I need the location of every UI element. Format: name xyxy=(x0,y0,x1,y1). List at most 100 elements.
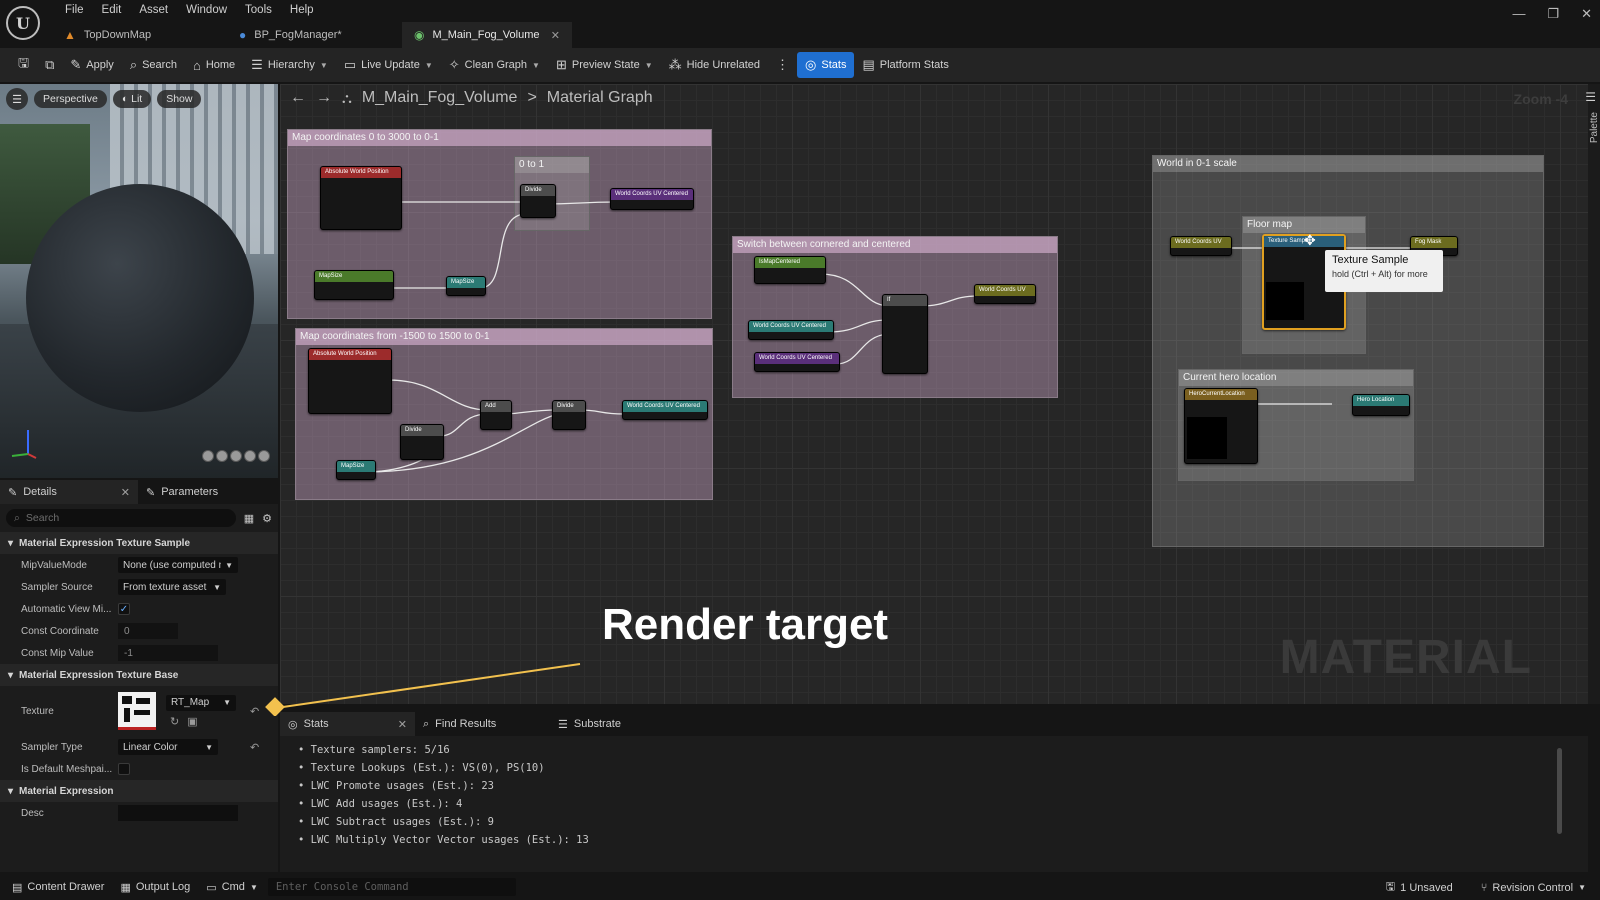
mip-value-mode-dropdown[interactable]: None (use computed n ▼ xyxy=(118,557,238,573)
sampler-type-dropdown[interactable]: Linear Color ▼ xyxy=(118,739,218,755)
is-default-meshpaint-checkbox[interactable] xyxy=(118,763,130,775)
settings-gear-icon[interactable]: ⚙ xyxy=(262,512,272,525)
close-icon[interactable]: ✕ xyxy=(121,486,130,499)
minimize-icon[interactable]: — xyxy=(1512,6,1525,22)
restore-icon[interactable]: ❐ xyxy=(1547,6,1559,22)
tab-stats[interactable]: ◎ Stats ✕ xyxy=(280,712,415,736)
node-world-coords-uv-out[interactable]: World Coords UV xyxy=(974,284,1036,304)
use-selected-icon[interactable]: ↻ xyxy=(170,715,179,728)
revision-control-button[interactable]: ⑂ Revision Control ▼ xyxy=(1475,878,1592,897)
menu-edit[interactable]: Edit xyxy=(93,3,131,17)
output-log-button[interactable]: ▦ Output Log xyxy=(114,881,196,894)
node-absolute-world-position[interactable]: Absolute World Position xyxy=(320,166,402,230)
live-update-button[interactable]: ▭ Live Update ▼ xyxy=(336,52,441,78)
stats-scrollbar[interactable] xyxy=(1557,748,1562,834)
node-if[interactable]: If xyxy=(882,294,928,374)
node-divide[interactable]: Divide xyxy=(520,184,556,218)
section-texture-sample[interactable]: ▾ Material Expression Texture Sample xyxy=(0,532,278,554)
console-input[interactable]: Enter Console Command xyxy=(267,878,516,896)
menu-tools[interactable]: Tools xyxy=(236,3,281,17)
hierarchy-button[interactable]: ☰ Hierarchy ▼ xyxy=(243,52,336,78)
node-world-coords-uv-centered-out-2[interactable]: World Coords UV Centered xyxy=(622,400,708,420)
node-mapsize-ref-2[interactable]: MapSize xyxy=(336,460,376,480)
sphere-preview-icon[interactable] xyxy=(216,450,228,462)
apply-button[interactable]: ✎ Apply xyxy=(62,52,121,78)
tab-m-main-fog-volume[interactable]: ◉ M_Main_Fog_Volume ✕ xyxy=(402,22,572,48)
unreal-logo-icon[interactable]: U xyxy=(6,6,40,40)
node-mapsize-ref[interactable]: MapSize xyxy=(446,276,486,296)
more-options-button[interactable]: ⋮ xyxy=(768,52,797,78)
menu-asset[interactable]: Asset xyxy=(130,3,177,17)
desc-input[interactable] xyxy=(118,805,238,821)
sampler-source-dropdown[interactable]: From texture asset ▼ xyxy=(118,579,226,595)
show-button[interactable]: Show xyxy=(157,90,202,108)
node-absolute-world-position-2[interactable]: Absolute World Position xyxy=(308,348,392,414)
unsaved-button[interactable]: 🖫 1 Unsaved xyxy=(1380,878,1459,897)
table-view-icon[interactable]: ▦ xyxy=(244,512,254,525)
close-icon[interactable]: ✕ xyxy=(398,718,407,731)
tab-label: M_Main_Fog_Volume xyxy=(432,29,540,41)
reset-to-default-icon[interactable]: ↶ xyxy=(250,741,259,754)
teapot-preview-icon[interactable] xyxy=(258,450,270,462)
search-button[interactable]: ⌕ Search xyxy=(122,52,185,78)
node-hero-location[interactable]: Hero Location xyxy=(1352,394,1410,416)
preview-shape-buttons xyxy=(202,450,270,462)
browse-asset-icon[interactable]: ▣ xyxy=(187,715,197,728)
details-search-input[interactable]: ⌕ Search xyxy=(6,509,236,527)
texture-thumbnail[interactable] xyxy=(118,692,156,730)
preview-state-button[interactable]: ⊞ Preview State ▼ xyxy=(548,52,661,78)
node-divide-2[interactable]: Divide xyxy=(400,424,444,460)
tab-details[interactable]: ✎ Details ✕ xyxy=(0,480,138,504)
hide-unrelated-button[interactable]: ⁂ Hide Unrelated xyxy=(661,52,768,78)
menu-file[interactable]: File xyxy=(56,3,93,17)
stats-line: LWC Add usages (Est.): 4 xyxy=(298,798,1588,816)
node-world-coords-uv-centered-in-2[interactable]: World Coords UV Centered xyxy=(754,352,840,372)
home-button[interactable]: ⌂ Home xyxy=(185,52,243,78)
tab-find-results[interactable]: ⌕ Find Results xyxy=(415,712,550,736)
tab-topdownmap[interactable]: ▲ TopDownMap xyxy=(52,22,227,48)
node-divide-3[interactable]: Divide xyxy=(552,400,586,430)
const-mip-value-input[interactable]: -1 xyxy=(118,645,218,661)
section-material-expression[interactable]: ▾ Material Expression xyxy=(0,780,278,802)
palette-menu-icon[interactable]: ☰ xyxy=(1585,90,1596,104)
node-add[interactable]: Add xyxy=(480,400,512,430)
tab-bp-fogmanager[interactable]: ● BP_FogManager* xyxy=(227,22,402,48)
render-target-thumbnail-icon xyxy=(122,696,150,722)
lit-button[interactable]: ◐ Lit xyxy=(112,90,152,108)
node-world-coords-uv-centered-out[interactable]: World Coords UV Centered xyxy=(610,188,694,210)
tab-substrate[interactable]: ☰ Substrate xyxy=(550,712,685,736)
palette-sidebar[interactable] xyxy=(1588,84,1600,704)
node-mapsize-param[interactable]: MapSize xyxy=(314,270,394,300)
node-hero-current-location-param[interactable]: HeroCurrentLocation xyxy=(1184,388,1258,464)
palette-label[interactable]: Palette xyxy=(1589,112,1600,143)
reset-to-default-icon[interactable]: ↶ xyxy=(250,705,259,718)
stats-icon: ◎ xyxy=(805,57,817,72)
perspective-button[interactable]: Perspective xyxy=(34,90,107,108)
browse-button[interactable]: ⧉ xyxy=(37,52,62,78)
menu-window[interactable]: Window xyxy=(177,3,236,17)
save-button[interactable]: 🖫 xyxy=(10,52,37,78)
texture-asset-dropdown[interactable]: RT_Map ▼ xyxy=(166,694,236,711)
plane-preview-icon[interactable] xyxy=(230,450,242,462)
close-icon[interactable]: ✕ xyxy=(551,29,560,42)
level-icon: ▲ xyxy=(64,28,76,42)
menu-help[interactable]: Help xyxy=(281,3,323,17)
material-graph[interactable]: ← → ⛬ M_Main_Fog_Volume > Material Graph… xyxy=(280,84,1588,704)
automatic-view-mip-checkbox[interactable]: ✓ xyxy=(118,603,130,615)
node-world-coords-uv-in[interactable]: World Coords UV xyxy=(1170,236,1232,256)
node-ismapcentered[interactable]: IsMapCentered xyxy=(754,256,826,284)
preview-viewport[interactable]: ☰ Perspective ◐ Lit Show xyxy=(0,84,278,478)
clean-graph-button[interactable]: ✧ Clean Graph ▼ xyxy=(441,52,548,78)
section-texture-base[interactable]: ▾ Material Expression Texture Base xyxy=(0,664,278,686)
hamburger-menu-icon[interactable]: ☰ xyxy=(6,88,28,110)
stats-button[interactable]: ◎ Stats xyxy=(797,52,855,78)
const-coordinate-input[interactable]: 0 xyxy=(118,623,178,639)
tab-parameters[interactable]: ✎ Parameters xyxy=(138,480,276,504)
cmd-dropdown[interactable]: ▭ Cmd ▼ xyxy=(200,881,264,894)
close-window-icon[interactable]: ✕ xyxy=(1581,6,1592,22)
platform-stats-button[interactable]: ▤ Platform Stats xyxy=(854,52,956,78)
cylinder-preview-icon[interactable] xyxy=(202,450,214,462)
node-world-coords-uv-centered-in[interactable]: World Coords UV Centered xyxy=(748,320,834,340)
content-drawer-button[interactable]: ▤ Content Drawer xyxy=(6,881,110,894)
cube-preview-icon[interactable] xyxy=(244,450,256,462)
